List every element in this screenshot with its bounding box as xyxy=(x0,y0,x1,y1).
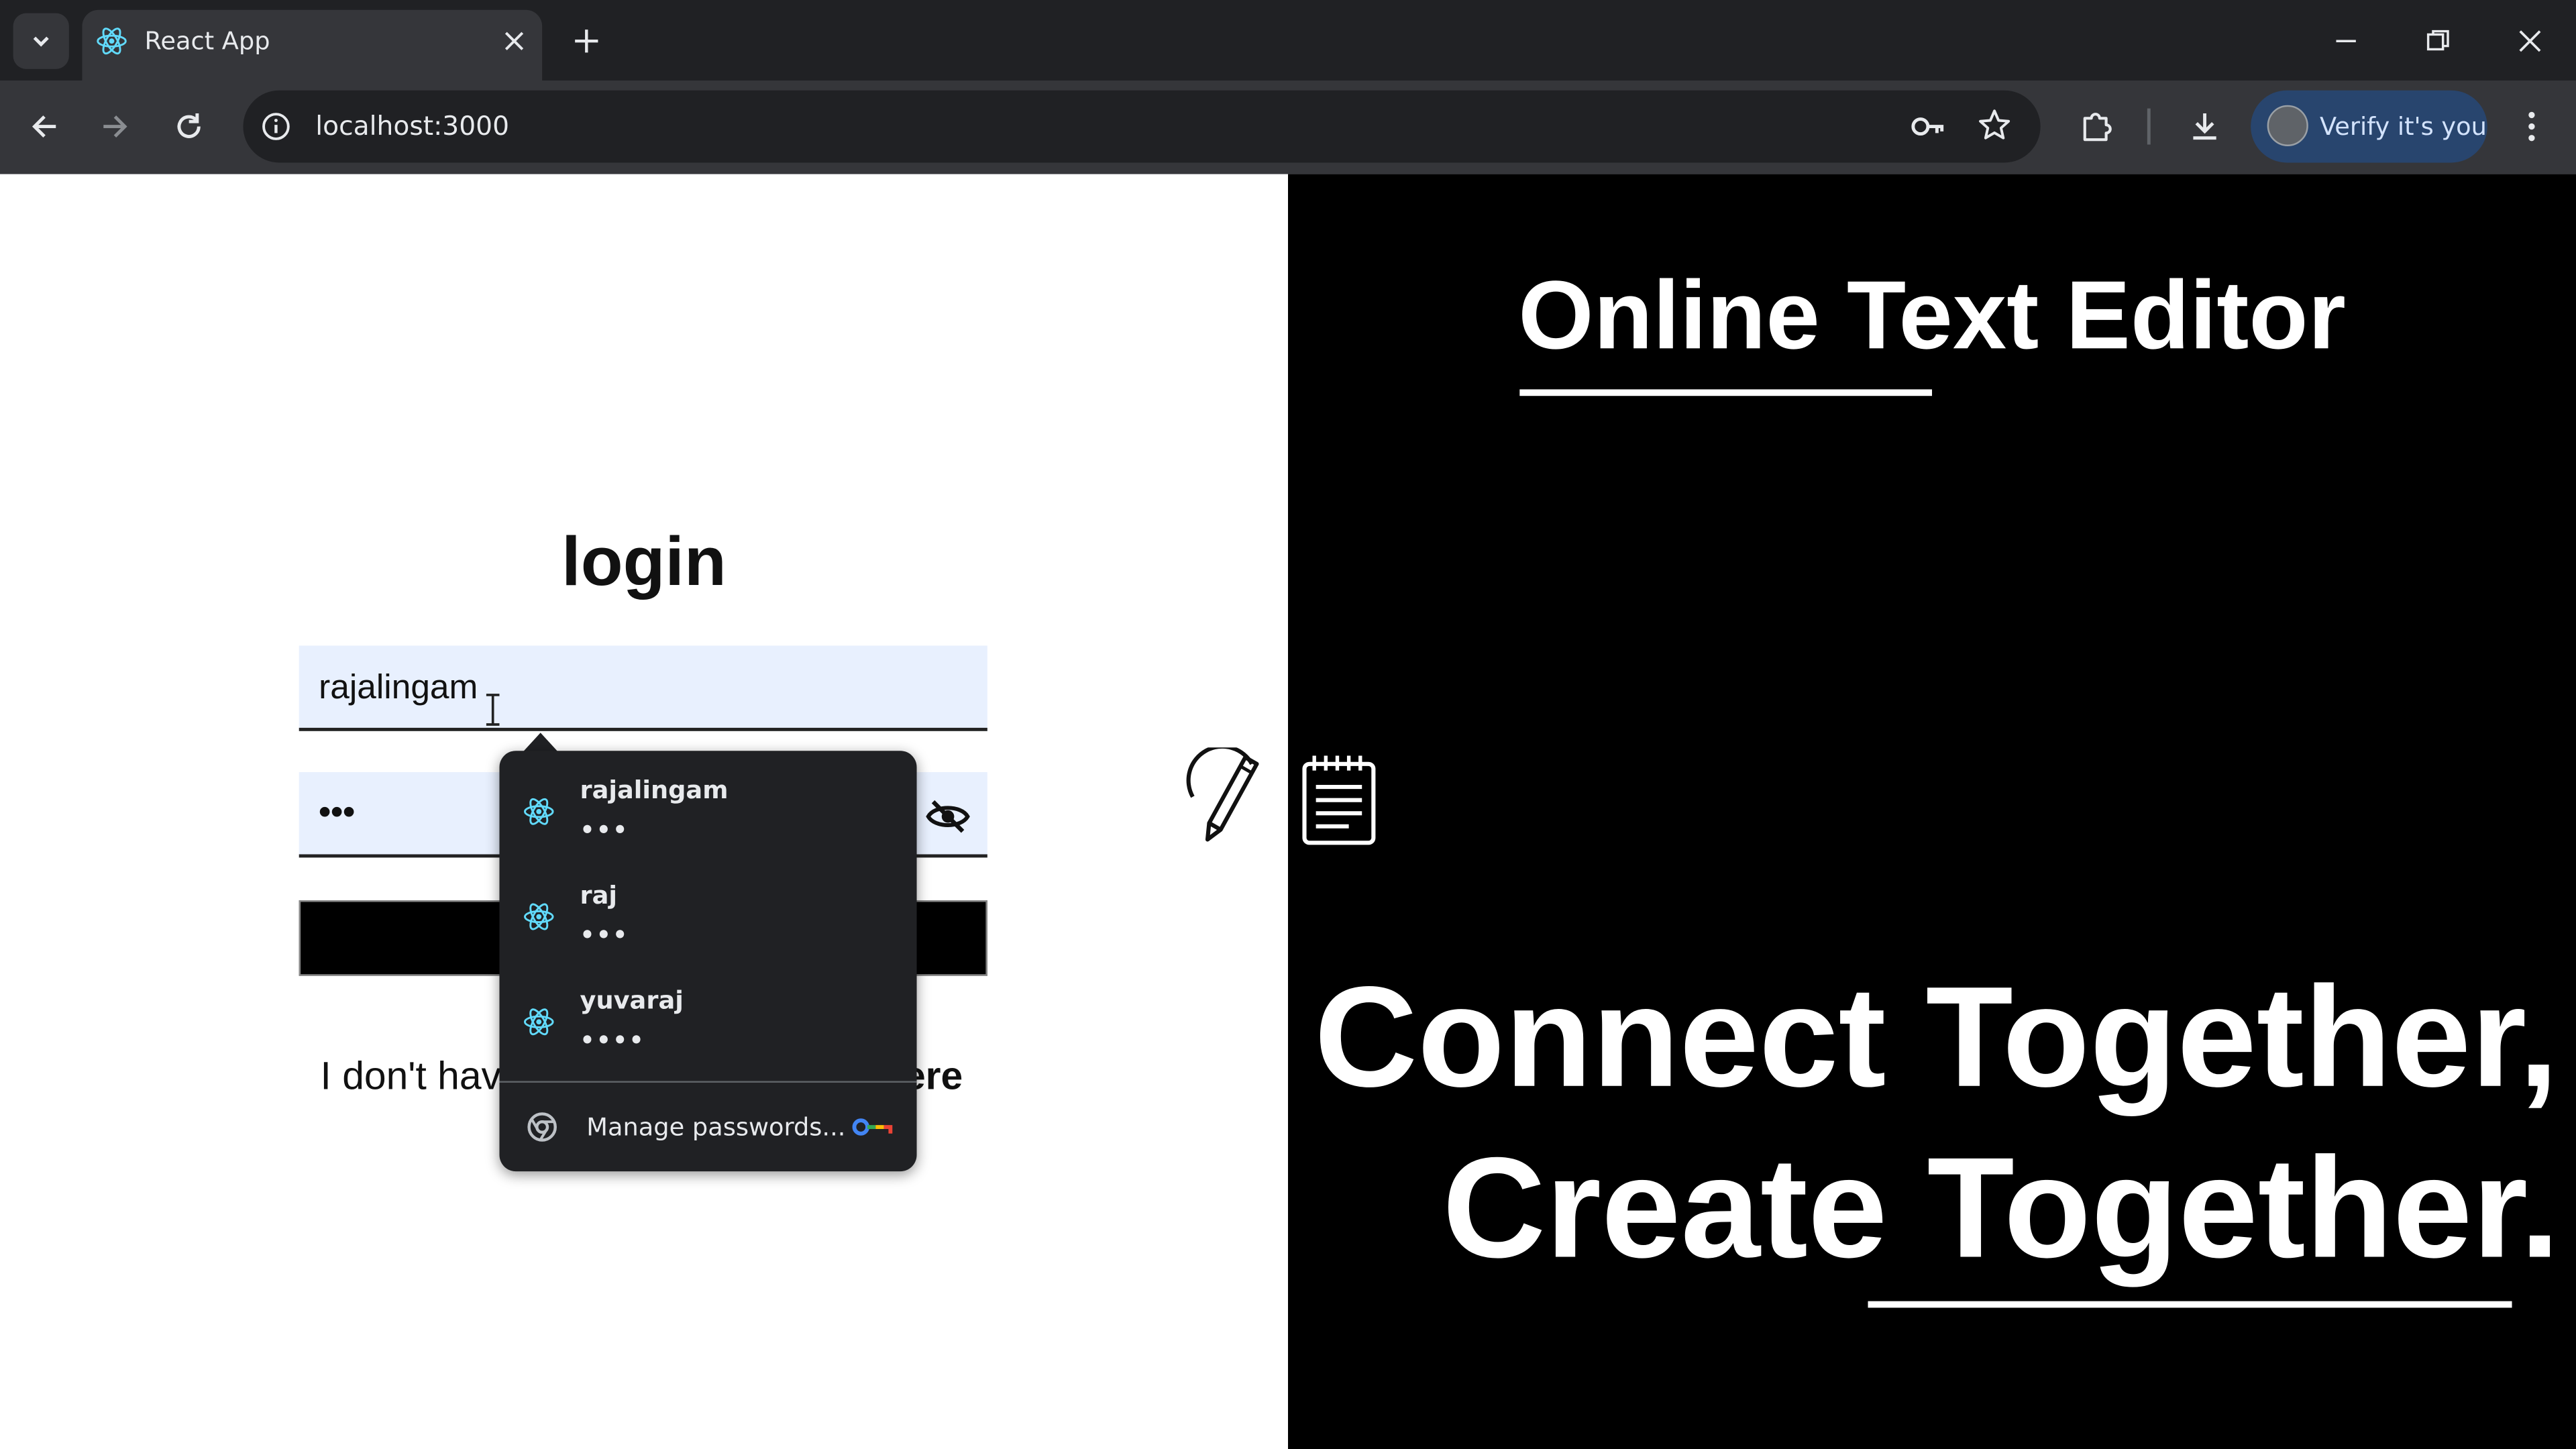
info-icon[interactable] xyxy=(258,109,294,145)
credential-password-mask: ••• xyxy=(580,818,629,845)
username-value: rajalingam xyxy=(319,668,478,707)
reload-icon[interactable] xyxy=(171,109,207,145)
title-underline xyxy=(1519,389,1933,396)
kebab-icon[interactable] xyxy=(2514,107,2550,146)
popup-divider xyxy=(499,1081,917,1083)
avatar xyxy=(2267,105,2308,146)
hero-underline xyxy=(1868,1301,2512,1308)
url-text[interactable]: localhost:3000 xyxy=(315,110,509,142)
credential-suggestion[interactable]: raj ••• xyxy=(499,864,916,966)
text-cursor-icon xyxy=(486,694,500,726)
autofill-popup-arrow xyxy=(522,733,559,753)
plus-icon[interactable] xyxy=(570,25,603,58)
credential-username: rajalingam xyxy=(580,775,729,806)
arrow-left-icon[interactable] xyxy=(26,109,62,145)
restore-icon[interactable] xyxy=(2422,25,2455,58)
react-icon xyxy=(523,1008,554,1036)
address-bar[interactable] xyxy=(243,90,2041,163)
window-close-icon[interactable] xyxy=(2514,25,2546,58)
puzzle-icon[interactable] xyxy=(2077,107,2116,146)
notepad-icon xyxy=(1302,755,1376,845)
star-icon[interactable] xyxy=(1976,107,2012,143)
react-icon xyxy=(97,28,127,55)
page-title: login xyxy=(561,522,727,600)
close-icon[interactable] xyxy=(501,28,527,54)
credential-username: yuvaraj xyxy=(580,985,684,1016)
arrow-right-icon[interactable] xyxy=(97,109,133,145)
profile-verify-label: Verify it's you xyxy=(2319,111,2487,142)
tab-title: React App xyxy=(144,26,270,56)
credential-username: raj xyxy=(580,880,618,910)
tab-search-button[interactable] xyxy=(13,13,69,69)
key-icon xyxy=(852,1118,893,1136)
hero-title: Online Text Editor xyxy=(1518,261,2346,370)
eye-off-icon[interactable] xyxy=(925,797,971,837)
manage-passwords-label: Manage passwords... xyxy=(586,1112,846,1142)
credential-suggestion[interactable]: yuvaraj •••• xyxy=(499,969,916,1071)
download-icon[interactable] xyxy=(2185,107,2224,146)
hero-line-2: Create Together. xyxy=(1442,1128,2560,1289)
minimize-icon[interactable] xyxy=(2330,25,2363,58)
chrome-icon xyxy=(527,1112,557,1142)
signup-prompt: I don't hav xyxy=(320,1055,501,1099)
react-icon xyxy=(523,798,554,825)
credential-password-mask: ••• xyxy=(580,923,629,950)
credential-suggestion[interactable]: rajalingam ••• xyxy=(499,759,916,861)
password-value: ••• xyxy=(319,793,356,832)
hero-line-1: Connect Together, xyxy=(1314,957,2559,1118)
toolbar-separator xyxy=(2147,108,2151,145)
key-icon[interactable] xyxy=(1909,109,1949,145)
react-icon xyxy=(523,903,554,930)
pencil-icon xyxy=(1186,747,1259,842)
chevron-down-icon xyxy=(33,36,49,47)
credential-password-mask: •••• xyxy=(580,1028,645,1055)
